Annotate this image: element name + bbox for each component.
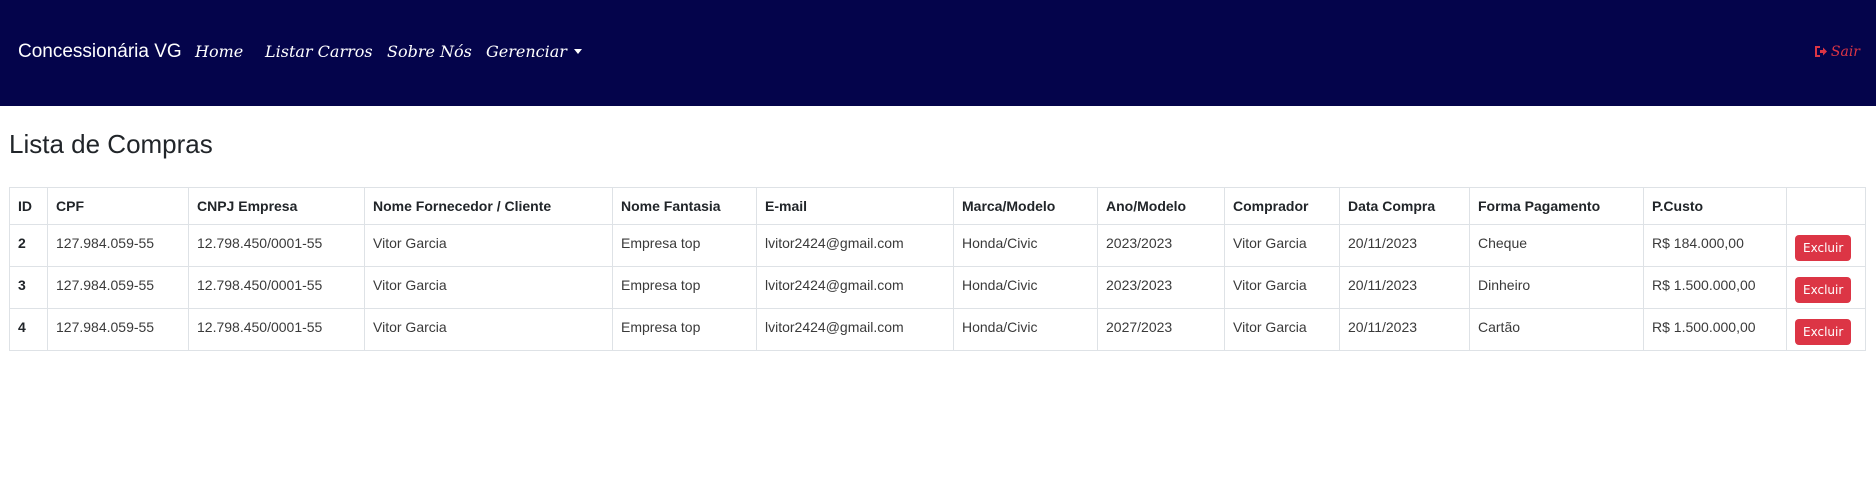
cell-actions: Excluir [1786, 224, 1866, 267]
column-header-p-custo: P.Custo [1643, 187, 1787, 225]
cell-ano-modelo: 2027/2023 [1097, 308, 1225, 351]
cell-cnpj: 12.798.450/0001-55 [188, 308, 365, 351]
column-header-forma-pagamento: Forma Pagamento [1469, 187, 1644, 225]
cell-cnpj: 12.798.450/0001-55 [188, 266, 365, 309]
cell-email: lvitor2424@gmail.com [756, 224, 954, 267]
cell-cpf: 127.984.059-55 [47, 266, 189, 309]
cell-cnpj: 12.798.450/0001-55 [188, 224, 365, 267]
table-row: 4 127.984.059-55 12.798.450/0001-55 Vito… [9, 308, 1866, 351]
purchases-table: ID CPF CNPJ Empresa Nome Fornecedor / Cl… [9, 187, 1866, 351]
cell-forma-pagamento: Cheque [1469, 224, 1644, 267]
column-header-fantasia: Nome Fantasia [612, 187, 757, 225]
column-header-marca-modelo: Marca/Modelo [953, 187, 1098, 225]
cell-actions: Excluir [1786, 266, 1866, 309]
column-header-id: ID [9, 187, 48, 225]
delete-button[interactable]: Excluir [1795, 235, 1852, 261]
cell-forma-pagamento: Dinheiro [1469, 266, 1644, 309]
cell-comprador: Vitor Garcia [1224, 266, 1340, 309]
table-header-row: ID CPF CNPJ Empresa Nome Fornecedor / Cl… [9, 187, 1866, 225]
cell-id: 3 [9, 266, 48, 309]
cell-p-custo: R$ 184.000,00 [1643, 224, 1787, 267]
table-row: 2 127.984.059-55 12.798.450/0001-55 Vito… [9, 224, 1866, 267]
column-header-data-compra: Data Compra [1339, 187, 1470, 225]
cell-email: lvitor2424@gmail.com [756, 266, 954, 309]
cell-actions: Excluir [1786, 308, 1866, 351]
nav-link-sobre-nos[interactable]: Sobre Nós [387, 42, 472, 62]
cell-ano-modelo: 2023/2023 [1097, 224, 1225, 267]
nav-dropdown-gerenciar[interactable]: Gerenciar [486, 42, 582, 62]
cell-cpf: 127.984.059-55 [47, 224, 189, 267]
brand-logo-text[interactable]: Concessionária VG [18, 40, 182, 64]
column-header-email: E-mail [756, 187, 954, 225]
cell-id: 2 [9, 224, 48, 267]
logout-label: Sair [1830, 44, 1860, 60]
cell-data-compra: 20/11/2023 [1339, 308, 1470, 351]
cell-fantasia: Empresa top [612, 266, 757, 309]
column-header-cpf: CPF [47, 187, 189, 225]
delete-button[interactable]: Excluir [1795, 319, 1852, 345]
cell-p-custo: R$ 1.500.000,00 [1643, 308, 1787, 351]
cell-nome: Vitor Garcia [364, 266, 613, 309]
cell-marca-modelo: Honda/Civic [953, 224, 1098, 267]
column-header-cnpj: CNPJ Empresa [188, 187, 365, 225]
cell-id: 4 [9, 308, 48, 351]
cell-p-custo: R$ 1.500.000,00 [1643, 266, 1787, 309]
top-navbar: Concessionária VG Home Listar Carros Sob… [0, 0, 1876, 106]
cell-nome: Vitor Garcia [364, 224, 613, 267]
caret-down-icon [573, 49, 582, 54]
cell-comprador: Vitor Garcia [1224, 224, 1340, 267]
delete-button[interactable]: Excluir [1795, 277, 1852, 303]
nav-dropdown-gerenciar-label: Gerenciar [486, 42, 567, 61]
column-header-ano-modelo: Ano/Modelo [1097, 187, 1225, 225]
nav-link-listar-carros[interactable]: Listar Carros [265, 42, 373, 62]
cell-forma-pagamento: Cartão [1469, 308, 1644, 351]
page-title: Lista de Compras [9, 129, 213, 159]
cell-nome: Vitor Garcia [364, 308, 613, 351]
cell-fantasia: Empresa top [612, 224, 757, 267]
cell-marca-modelo: Honda/Civic [953, 266, 1098, 309]
cell-marca-modelo: Honda/Civic [953, 308, 1098, 351]
logout-link[interactable]: Sair [1814, 43, 1860, 61]
nav-link-home[interactable]: Home [195, 42, 243, 62]
cell-data-compra: 20/11/2023 [1339, 224, 1470, 267]
cell-fantasia: Empresa top [612, 308, 757, 351]
cell-cpf: 127.984.059-55 [47, 308, 189, 351]
sign-out-icon [1814, 46, 1827, 57]
cell-email: lvitor2424@gmail.com [756, 308, 954, 351]
cell-ano-modelo: 2023/2023 [1097, 266, 1225, 309]
column-header-nome: Nome Fornecedor / Cliente [364, 187, 613, 225]
column-header-actions [1786, 187, 1866, 225]
table-row: 3 127.984.059-55 12.798.450/0001-55 Vito… [9, 266, 1866, 309]
cell-data-compra: 20/11/2023 [1339, 266, 1470, 309]
column-header-comprador: Comprador [1224, 187, 1340, 225]
cell-comprador: Vitor Garcia [1224, 308, 1340, 351]
